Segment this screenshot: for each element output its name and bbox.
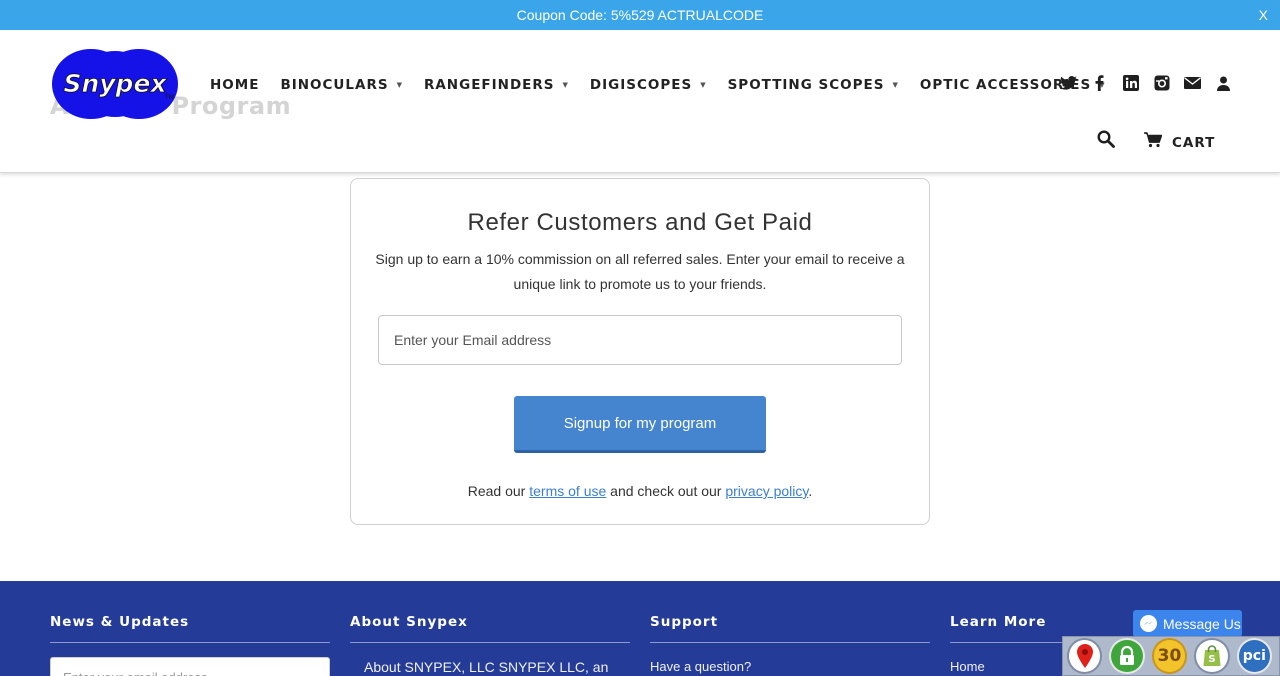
nav-label: DIGISCOPES	[589, 77, 693, 93]
legal-prefix: Read our	[467, 483, 526, 499]
nav-item-digiscopes[interactable]: DIGISCOPES ▼	[590, 77, 707, 93]
map-pin-badge[interactable]	[1067, 638, 1103, 674]
footer-about-text: About SNYPEX, LLC SNYPEX LLC, an	[364, 659, 609, 675]
snypex-logo[interactable]: Snypex TM	[51, 47, 179, 120]
caret-down-icon: ▼	[700, 81, 707, 89]
messenger-label: Message Us	[1163, 615, 1241, 632]
affiliate-signup-card: Refer Customers and Get Paid Sign up to …	[350, 178, 930, 525]
facebook-icon[interactable]	[1084, 74, 1115, 92]
email-field[interactable]	[378, 315, 902, 365]
messenger-button[interactable]: Message Us	[1133, 610, 1242, 637]
footer-col-title: News & Updates	[50, 614, 330, 643]
shopify-bag-icon: S	[1203, 645, 1221, 666]
caret-down-icon: ▼	[562, 81, 569, 89]
thirty-day-badge[interactable]: 30	[1151, 638, 1188, 674]
legal-middle: and check out our	[610, 483, 722, 499]
main-nav: HOME BINOCULARS ▼ RANGEFINDERS ▼ DIGISCOPE…	[210, 77, 1127, 93]
legal-text: Read our terms of use and check out our …	[351, 483, 929, 499]
nav-label: SPOTTING SCOPES	[727, 77, 885, 93]
caret-down-icon: ▼	[892, 81, 899, 89]
shopify-badge[interactable]: S	[1194, 638, 1230, 674]
logo-text: Snypex	[63, 69, 167, 98]
svg-text:S: S	[1208, 654, 1215, 665]
social-links	[1053, 74, 1239, 92]
newsletter-email-input[interactable]	[50, 657, 330, 676]
trust-badges-bar: 30 S pci	[1062, 636, 1280, 676]
mail-icon[interactable]	[1177, 74, 1208, 92]
secure-lock-badge[interactable]	[1109, 638, 1145, 674]
footer-col-title: Support	[650, 614, 930, 643]
instagram-icon[interactable]	[1146, 74, 1177, 92]
legal-suffix: .	[808, 483, 813, 499]
signup-button[interactable]: Signup for my program	[514, 396, 766, 453]
coupon-close-button[interactable]: X	[1259, 7, 1268, 23]
cart-label: CART	[1172, 134, 1216, 151]
search-icon[interactable]	[1097, 130, 1115, 153]
nav-label: HOME	[210, 77, 260, 93]
nav-label: BINOCULARS	[280, 77, 389, 93]
cart-link[interactable]: CART	[1144, 132, 1215, 153]
cart-icon	[1144, 132, 1163, 153]
card-description: Sign up to earn a 10% commission on all …	[375, 251, 905, 292]
lock-icon	[1120, 646, 1135, 665]
nav-item-home[interactable]: HOME	[210, 77, 259, 93]
nav-item-spotting-scopes[interactable]: SPOTTING SCOPES ▼	[728, 77, 899, 93]
footer-col-support: Support Have a question?	[650, 614, 930, 674]
coupon-bar: Coupon Code: 5%529 ACTRUALCODE X	[0, 0, 1280, 30]
footer-col-title: About Snypex	[350, 614, 630, 643]
map-pin-icon	[1076, 644, 1093, 668]
footer-support-link[interactable]: Have a question?	[650, 659, 930, 674]
coupon-code-text: Coupon Code: 5%529 ACTRUALCODE	[516, 7, 764, 23]
nav-label: RANGEFINDERS	[423, 77, 555, 93]
card-title: Refer Customers and Get Paid	[467, 209, 813, 236]
pci-badge[interactable]: pci	[1236, 638, 1273, 674]
terms-of-use-link[interactable]: terms of use	[529, 483, 606, 499]
site-header: Affiliate Program Snypex TM HOME BINOCUL…	[0, 30, 1280, 173]
footer-col-about: About Snypex About SNYPEX, LLC SNYPEX LL…	[350, 614, 630, 675]
messenger-icon	[1140, 615, 1157, 632]
twitter-icon[interactable]	[1053, 74, 1084, 92]
nav-item-rangefinders[interactable]: RANGEFINDERS ▼	[424, 77, 569, 93]
linkedin-icon[interactable]	[1115, 74, 1146, 92]
footer-col-news: News & Updates	[50, 614, 330, 676]
account-icon[interactable]	[1208, 74, 1239, 92]
privacy-policy-link[interactable]: privacy policy	[725, 483, 808, 499]
nav-item-binoculars[interactable]: BINOCULARS ▼	[280, 77, 403, 93]
caret-down-icon: ▼	[396, 81, 403, 89]
logo-trademark: TM	[164, 94, 174, 101]
